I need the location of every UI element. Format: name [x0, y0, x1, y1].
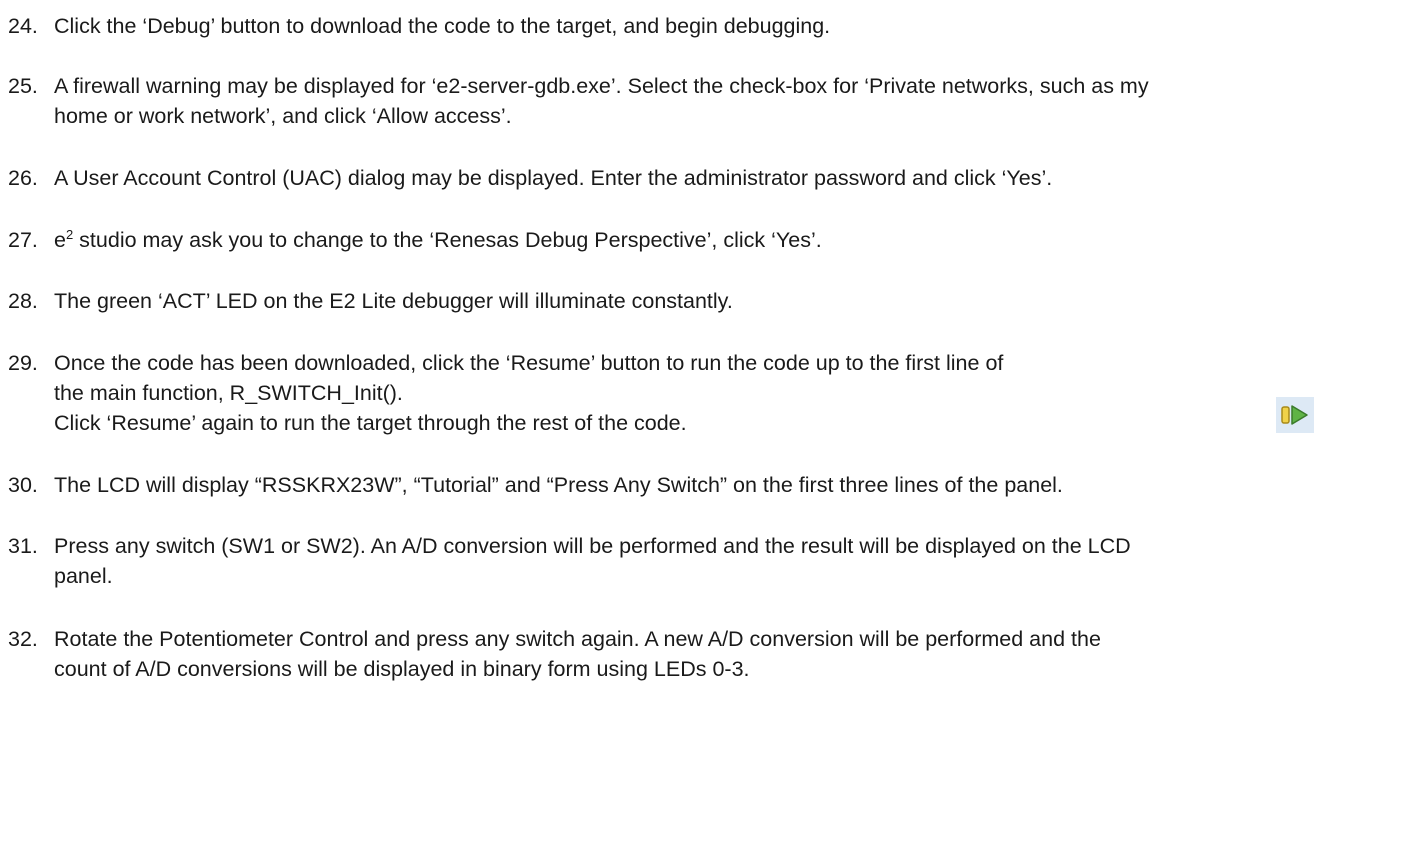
step-text: Once the code has been downloaded, click…: [54, 351, 1004, 375]
step-27: 27. e2 studio may ask you to change to th…: [8, 225, 1403, 255]
step-25: 25. A firewall warning may be displayed f…: [8, 71, 1403, 131]
step-line: 32. Rotate the Potentiometer Control and …: [8, 624, 1403, 654]
step-text-continued: Click ‘Resume’ again to run the target t…: [54, 411, 687, 435]
step-line: 28. The green ‘ACT’ LED on the E2 Lite de…: [8, 286, 1403, 316]
step-text: A firewall warning may be displayed for …: [54, 74, 1149, 98]
step-number: 30.: [8, 473, 38, 497]
step-line: 29. Once the code has been downloaded, cl…: [8, 348, 1403, 378]
step-number: 25.: [8, 74, 38, 98]
step-number: 27.: [8, 228, 38, 252]
step-number: 31.: [8, 534, 38, 558]
step-text: A User Account Control (UAC) dialog may …: [54, 166, 1053, 190]
step-number: 29.: [8, 351, 38, 375]
step-line: 31. Press any switch (SW1 or SW2). An A/D…: [8, 531, 1403, 561]
step-text-continued: count of A/D conversions will be display…: [54, 657, 750, 681]
step-text: Press any switch (SW1 or SW2). An A/D co…: [54, 534, 1131, 558]
step-31: 31. Press any switch (SW1 or SW2). An A/D…: [8, 531, 1403, 591]
step-29: 29. Once the code has been downloaded, cl…: [8, 348, 1403, 438]
step-line: 27. e2 studio may ask you to change to th…: [8, 225, 1403, 255]
step-number: 32.: [8, 627, 38, 651]
step-line: 26. A User Account Control (UAC) dialog m…: [8, 163, 1403, 193]
step-text: Click the ‘Debug’ button to download the…: [54, 14, 831, 38]
step-text: Rotate the Potentiometer Control and pre…: [54, 627, 1101, 651]
step-number: 28.: [8, 289, 38, 313]
step-32: 32. Rotate the Potentiometer Control and …: [8, 624, 1403, 684]
step-text-continued: panel.: [54, 564, 113, 588]
step-30: 30. The LCD will display “RSSKRX23W”, “Tu…: [8, 470, 1403, 500]
e-prefix: e: [54, 228, 66, 252]
step-text-continued: the main function, R_SWITCH_Init().: [54, 381, 403, 405]
step-24: 24. Click the ‘Debug’ button to download …: [8, 11, 1403, 41]
step-text-continued: home or work network’, and click ‘Allow …: [54, 104, 512, 128]
step-text: The green ‘ACT’ LED on the E2 Lite debug…: [54, 289, 733, 313]
resume-icon: [1276, 397, 1314, 433]
step-number: 24.: [8, 14, 38, 38]
step-26: 26. A User Account Control (UAC) dialog m…: [8, 163, 1403, 193]
step-text: The LCD will display “RSSKRX23W”, “Tutor…: [54, 473, 1063, 497]
step-line: 25. A firewall warning may be displayed f…: [8, 71, 1403, 101]
step-number: 26.: [8, 166, 38, 190]
step-text: studio may ask you to change to the ‘Ren…: [73, 228, 822, 252]
step-line: 30. The LCD will display “RSSKRX23W”, “Tu…: [8, 470, 1403, 500]
step-28: 28. The green ‘ACT’ LED on the E2 Lite de…: [8, 286, 1403, 316]
step-line: 24. Click the ‘Debug’ button to download …: [8, 11, 1403, 41]
